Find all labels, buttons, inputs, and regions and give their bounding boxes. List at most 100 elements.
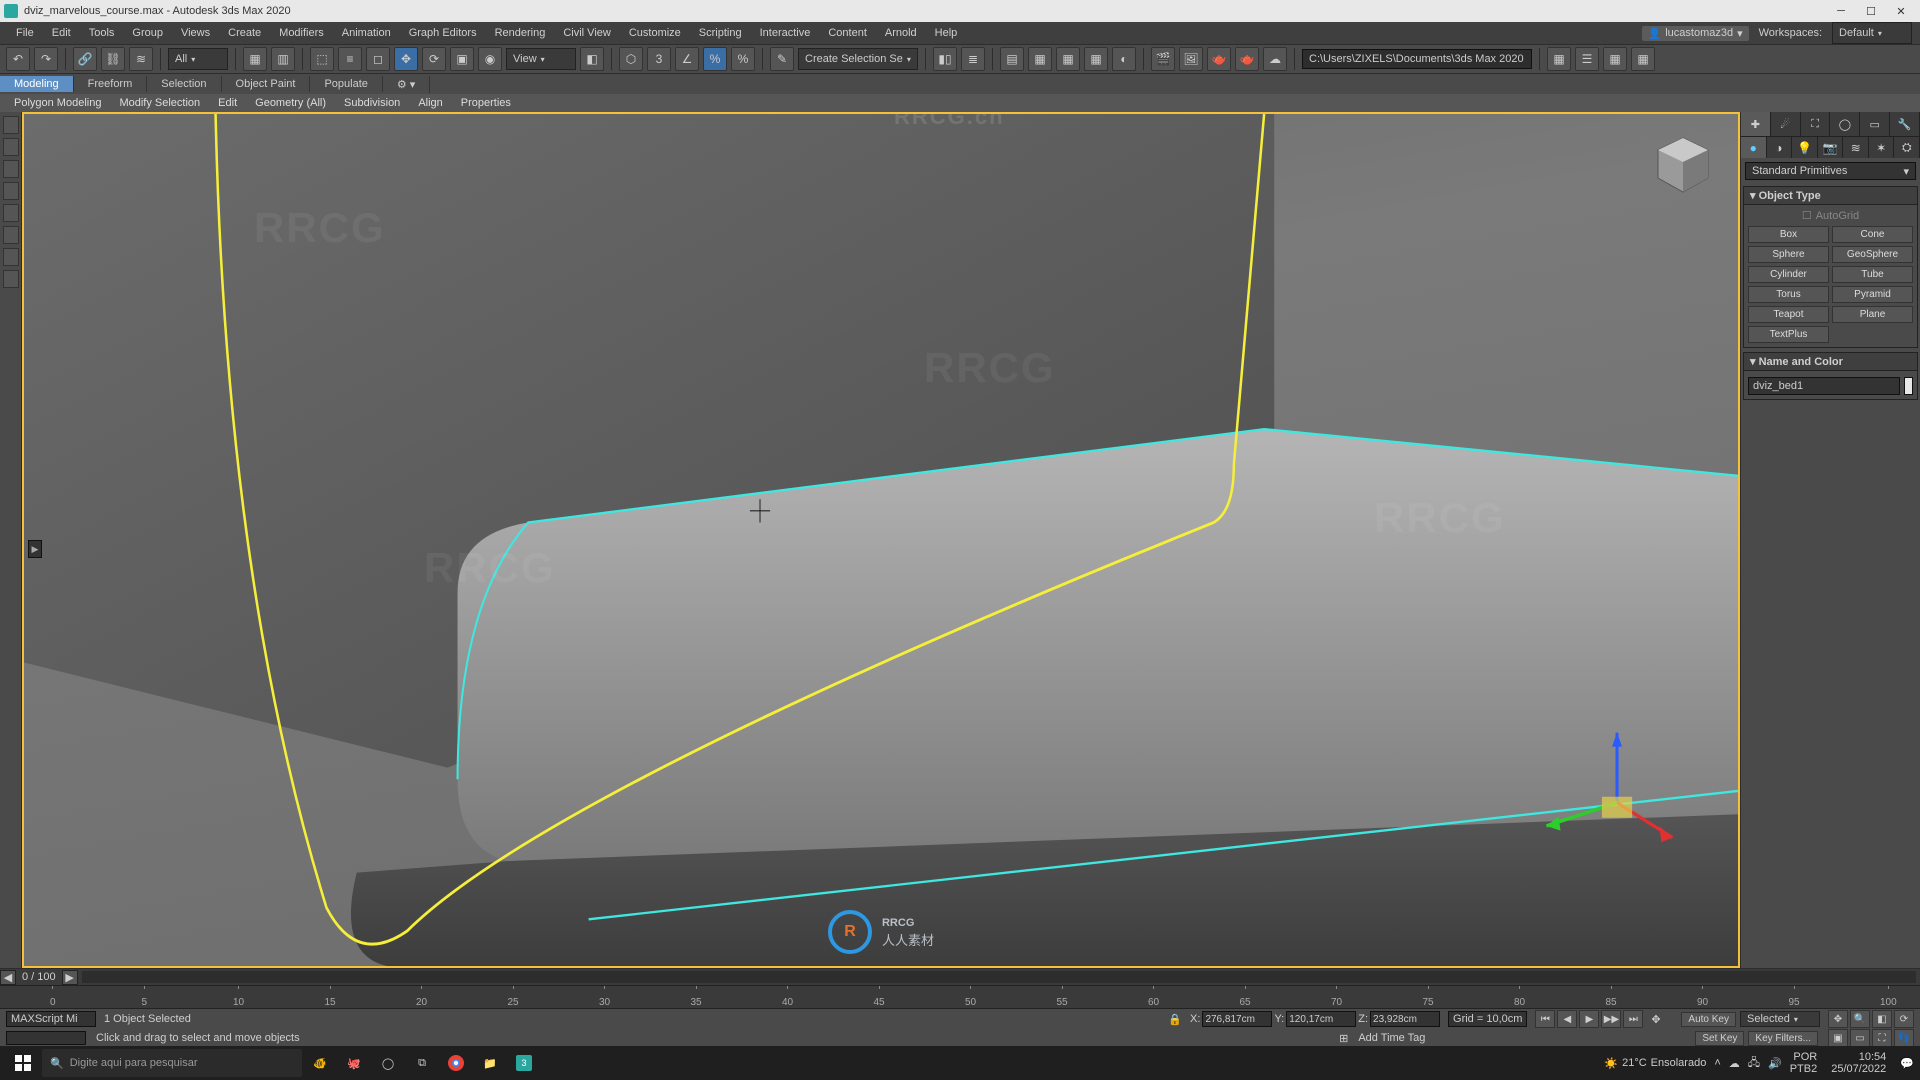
- menu-rendering[interactable]: Rendering: [487, 25, 554, 41]
- tab-populate[interactable]: Populate: [310, 76, 382, 92]
- ribbon-toggle-button[interactable]: ▦: [1028, 47, 1052, 71]
- weather-widget[interactable]: ☀️ 21°C Ensolarado: [1604, 1057, 1706, 1070]
- sub-geometry[interactable]: Geometry (All): [247, 96, 334, 110]
- project-path[interactable]: C:\Users\ZIXELS\Documents\3ds Max 2020: [1302, 49, 1532, 69]
- nav-pan-button[interactable]: ✥: [1828, 1010, 1848, 1028]
- object-color-swatch[interactable]: [1904, 377, 1913, 395]
- menu-interactive[interactable]: Interactive: [752, 25, 819, 41]
- taskbar-chrome[interactable]: [440, 1049, 472, 1077]
- render-cloud-button[interactable]: ☁: [1263, 47, 1287, 71]
- menu-views[interactable]: Views: [173, 25, 218, 41]
- cat-cameras-icon[interactable]: 📷: [1818, 137, 1844, 158]
- pivot-button[interactable]: ◧: [580, 47, 604, 71]
- coord-z-input[interactable]: [1370, 1011, 1440, 1027]
- material-editor-button[interactable]: ◐: [1112, 47, 1136, 71]
- rotate-button[interactable]: ⟳: [422, 47, 446, 71]
- arch-design-button[interactable]: ▦: [1547, 47, 1571, 71]
- menu-graph-editors[interactable]: Graph Editors: [401, 25, 485, 41]
- coord-y-input[interactable]: [1286, 1011, 1356, 1027]
- prim-box[interactable]: Box: [1748, 226, 1829, 243]
- tray-lang[interactable]: PORPTB2: [1790, 1051, 1824, 1075]
- maximize-button[interactable]: ☐: [1856, 2, 1886, 20]
- render-button[interactable]: 🫖: [1207, 47, 1231, 71]
- prim-geosphere[interactable]: GeoSphere: [1832, 246, 1913, 263]
- taskbar-3dsmax[interactable]: 3: [508, 1049, 540, 1077]
- sub-subdivision[interactable]: Subdivision: [336, 96, 408, 110]
- tab-selection[interactable]: Selection: [147, 76, 221, 92]
- strip-btn-4[interactable]: [3, 182, 19, 200]
- cmd-tab-display[interactable]: ▭: [1860, 112, 1890, 136]
- strip-btn-8[interactable]: [3, 270, 19, 288]
- key-filters-button[interactable]: Key Filters...: [1748, 1031, 1818, 1046]
- strip-btn-3[interactable]: [3, 160, 19, 178]
- percent-snap-button[interactable]: %: [703, 47, 727, 71]
- select-manip-button[interactable]: ⬡: [619, 47, 643, 71]
- spinner-snap-button[interactable]: %: [731, 47, 755, 71]
- menu-content[interactable]: Content: [820, 25, 875, 41]
- sub-properties[interactable]: Properties: [453, 96, 519, 110]
- select-button[interactable]: ⬚: [310, 47, 334, 71]
- viewport-expand-arrow[interactable]: ▶: [28, 540, 42, 558]
- menu-file[interactable]: File: [8, 25, 42, 41]
- rollout-object-type[interactable]: ▾ Object Type: [1743, 186, 1918, 205]
- strip-btn-1[interactable]: [3, 116, 19, 134]
- move-button[interactable]: ✥: [394, 47, 418, 71]
- window-crossing-button[interactable]: ▥: [271, 47, 295, 71]
- menu-civil-view[interactable]: Civil View: [555, 25, 618, 41]
- align-button[interactable]: ≣: [961, 47, 985, 71]
- coord-x-input[interactable]: [1202, 1011, 1272, 1027]
- lock-selection-icon[interactable]: 🔒: [1168, 1013, 1182, 1026]
- menu-animation[interactable]: Animation: [334, 25, 399, 41]
- tray-network-icon[interactable]: 🖧: [1748, 1054, 1760, 1073]
- next-frame-button[interactable]: ▶▶: [1601, 1010, 1621, 1028]
- strip-btn-5[interactable]: [3, 204, 19, 222]
- sub-polygon-modeling[interactable]: Polygon Modeling: [6, 96, 109, 110]
- key-mode-button[interactable]: ✥: [1651, 1013, 1673, 1026]
- strip-btn-2[interactable]: [3, 138, 19, 156]
- nav-zoom-button[interactable]: 🔍: [1850, 1010, 1870, 1028]
- start-button[interactable]: [6, 1049, 40, 1077]
- misc-button[interactable]: ▦: [1631, 47, 1655, 71]
- select-region-button[interactable]: ▦: [243, 47, 267, 71]
- action-center-icon[interactable]: 💬: [1900, 1057, 1914, 1070]
- prev-frame-button[interactable]: ◀: [1557, 1010, 1577, 1028]
- tray-clock[interactable]: 10:5425/07/2022: [1831, 1051, 1892, 1075]
- close-button[interactable]: ✕: [1886, 2, 1916, 20]
- snap-toggle-button[interactable]: 3: [647, 47, 671, 71]
- tab-modeling[interactable]: Modeling: [0, 76, 74, 92]
- taskbar-fish-icon[interactable]: 🐠: [304, 1049, 336, 1077]
- time-slider[interactable]: ◀ 0 / 100 ▶: [0, 969, 1920, 985]
- rollout-name-color[interactable]: ▾ Name and Color: [1743, 352, 1918, 371]
- primitive-category-dropdown[interactable]: Standard Primitives▾: [1745, 162, 1916, 180]
- cmd-tab-hierarchy[interactable]: ⛶: [1801, 112, 1831, 136]
- menu-scripting[interactable]: Scripting: [691, 25, 750, 41]
- tab-freeform[interactable]: Freeform: [74, 76, 148, 92]
- toggle-layer-button[interactable]: ▤: [1000, 47, 1024, 71]
- angle-snap-button[interactable]: ∠: [675, 47, 699, 71]
- sub-edit[interactable]: Edit: [210, 96, 245, 110]
- nav-walk-button[interactable]: 👣: [1894, 1029, 1914, 1047]
- goto-end-button[interactable]: ⏭: [1623, 1010, 1643, 1028]
- cat-spacewarps-icon[interactable]: ✶: [1869, 137, 1895, 158]
- prim-tube[interactable]: Tube: [1832, 266, 1913, 283]
- menu-create[interactable]: Create: [220, 25, 269, 41]
- prim-cylinder[interactable]: Cylinder: [1748, 266, 1829, 283]
- cortana-icon[interactable]: ◯: [372, 1049, 404, 1077]
- cmd-tab-modify[interactable]: ☄: [1771, 112, 1801, 136]
- prim-torus[interactable]: Torus: [1748, 286, 1829, 303]
- ref-coord-dropdown[interactable]: View▾: [506, 48, 576, 70]
- cmd-tab-create[interactable]: ✚: [1741, 112, 1771, 136]
- viewcube[interactable]: [1648, 130, 1718, 200]
- nav-fov-button[interactable]: ◧: [1872, 1010, 1892, 1028]
- taskbar-octopus-icon[interactable]: 🐙: [338, 1049, 370, 1077]
- render-setup-button[interactable]: 🎬: [1151, 47, 1175, 71]
- prim-textplus[interactable]: TextPlus: [1748, 326, 1829, 343]
- user-badge[interactable]: 👤 lucastomaz3d ▾: [1642, 26, 1749, 41]
- sub-align[interactable]: Align: [410, 96, 450, 110]
- prim-teapot[interactable]: Teapot: [1748, 306, 1829, 323]
- prim-cone[interactable]: Cone: [1832, 226, 1913, 243]
- undo-button[interactable]: ↶: [6, 47, 30, 71]
- auto-key-button[interactable]: Auto Key: [1681, 1012, 1736, 1027]
- bind-button[interactable]: ≋: [129, 47, 153, 71]
- prim-pyramid[interactable]: Pyramid: [1832, 286, 1913, 303]
